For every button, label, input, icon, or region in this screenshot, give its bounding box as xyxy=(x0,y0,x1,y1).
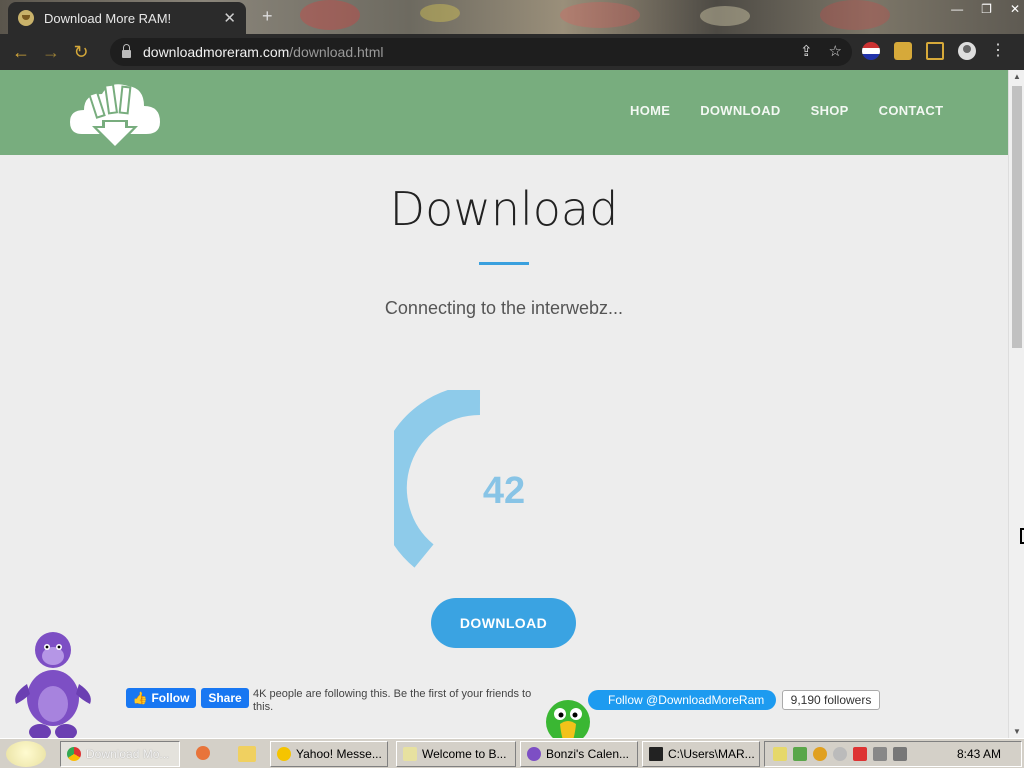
bookmark-star-icon[interactable]: ☆ xyxy=(829,42,842,60)
network-error-icon[interactable] xyxy=(853,747,867,761)
flag-extension-icon[interactable] xyxy=(862,42,880,60)
close-tab-icon[interactable]: ✕ xyxy=(223,9,236,27)
taskbar: Download Mo... Yahoo! Messe... Welcome t… xyxy=(0,738,1024,768)
taskbar-item-7zip[interactable]: C:\Users\MAR... xyxy=(642,741,760,767)
taskbar-item-chrome[interactable]: Download Mo... xyxy=(60,741,180,767)
taskbar-item-label: Yahoo! Messe... xyxy=(296,747,382,761)
share-icon[interactable]: ⇪ xyxy=(800,42,813,60)
reload-icon[interactable]: ↻ xyxy=(66,42,96,63)
site-nav: HOME DOWNLOAD SHOP CONTACT xyxy=(630,103,943,118)
site-header: HOME DOWNLOAD SHOP CONTACT xyxy=(0,70,1008,155)
page-title: Download xyxy=(389,182,619,236)
bonzi-icon xyxy=(527,747,541,761)
smiley-favicon-icon xyxy=(18,10,34,26)
taskbar-item-bonzi-calendar[interactable]: Bonzi's Calen... xyxy=(520,741,638,767)
facebook-follow-button[interactable]: 👍 Follow xyxy=(126,688,196,708)
text-cursor-icon xyxy=(1020,528,1024,544)
system-tray: 8:43 AM xyxy=(764,741,1022,767)
back-arrow-icon[interactable]: ← xyxy=(6,42,36,63)
scroll-up-arrow-icon[interactable]: ▲ xyxy=(1013,72,1021,81)
page-viewport: HOME DOWNLOAD SHOP CONTACT Download Conn… xyxy=(0,70,1008,738)
forward-arrow-icon[interactable]: → xyxy=(36,42,66,63)
new-tab-button[interactable]: + xyxy=(262,6,273,27)
start-button[interactable] xyxy=(6,741,46,767)
restore-icon[interactable]: ❐ xyxy=(981,2,992,16)
window-titlebar: Download More RAM! ✕ + — ❐ ✕ xyxy=(0,0,1024,34)
download-cloud-logo[interactable] xyxy=(70,76,160,150)
scroll-down-arrow-icon[interactable]: ▼ xyxy=(1013,727,1021,736)
browser-toolbar: ← → ↻ downloadmoreram.com/download.html … xyxy=(0,34,1024,70)
page-scrollbar[interactable]: ▲ ▼ xyxy=(1008,70,1024,738)
facebook-share-button[interactable]: Share xyxy=(201,688,249,708)
yahoo-smiley-icon xyxy=(277,747,291,761)
twitter-follow-button[interactable]: Follow @DownloadMoreRam xyxy=(588,690,776,710)
magnifier-tray-icon[interactable] xyxy=(813,747,827,761)
side-panel-icon[interactable] xyxy=(926,42,944,60)
facebook-follow-label: Follow xyxy=(151,691,190,705)
title-underline xyxy=(479,262,529,265)
nav-home[interactable]: HOME xyxy=(630,103,670,118)
banana-icon xyxy=(403,747,417,761)
taskbar-item-welcome[interactable]: Welcome to B... xyxy=(396,741,516,767)
7zip-icon xyxy=(649,747,663,761)
url-host: downloadmoreram.com xyxy=(143,44,290,60)
taskbar-item-label: Bonzi's Calen... xyxy=(546,747,629,761)
profile-avatar-icon[interactable] xyxy=(958,42,976,60)
green-tray-icon[interactable] xyxy=(793,747,807,761)
taskbar-item-yahoo[interactable]: Yahoo! Messe... xyxy=(270,741,388,767)
taskbar-item-label: Welcome to B... xyxy=(422,747,507,761)
kebab-menu-icon[interactable]: ⋮ xyxy=(990,42,1006,60)
close-window-icon[interactable]: ✕ xyxy=(1010,2,1020,16)
nav-shop[interactable]: SHOP xyxy=(811,103,849,118)
taskbar-item-label: Download Mo... xyxy=(86,747,170,761)
twitter-follower-count: 9,190 followers xyxy=(782,690,880,710)
taskbar-item-label: C:\Users\MAR... xyxy=(668,747,755,761)
nav-contact[interactable]: CONTACT xyxy=(879,103,944,118)
nav-download[interactable]: DOWNLOAD xyxy=(700,103,780,118)
progress-value: 42 xyxy=(482,470,526,512)
address-bar[interactable]: downloadmoreram.com/download.html ⇪ ☆ xyxy=(110,38,852,66)
download-button[interactable]: DOWNLOAD xyxy=(431,598,576,648)
url-path: /download.html xyxy=(289,44,384,60)
tab-title: Download More RAM! xyxy=(44,10,172,26)
facebook-follow-text: 4K people are following this. Be the fir… xyxy=(253,688,543,714)
facebook-text-line-2: this. xyxy=(253,701,274,713)
display-tray-icon[interactable] xyxy=(873,747,887,761)
thumbs-up-icon: 👍 xyxy=(132,691,148,705)
window-controls: — ❐ ✕ xyxy=(951,0,1020,16)
browser-tab[interactable]: Download More RAM! ✕ xyxy=(8,2,246,34)
facebook-text-line-1: 4K people are following this. Be the fir… xyxy=(253,688,532,700)
firefox-icon[interactable] xyxy=(196,746,210,760)
extensions-puzzle-icon[interactable] xyxy=(894,42,912,60)
clock[interactable]: 8:43 AM xyxy=(957,747,1001,761)
messenger-tray-icon[interactable] xyxy=(833,747,847,761)
green-parrot-icon[interactable] xyxy=(530,698,608,738)
folder-icon[interactable] xyxy=(238,746,256,762)
bonzi-gorilla-icon[interactable] xyxy=(10,628,96,738)
lock-icon xyxy=(122,44,131,58)
chrome-icon xyxy=(67,747,81,761)
scrollbar-thumb[interactable] xyxy=(1012,86,1022,348)
minimize-icon[interactable]: — xyxy=(951,2,963,16)
connection-status: Connecting to the interwebz... xyxy=(384,298,624,318)
banana-tray-icon[interactable] xyxy=(773,747,787,761)
volume-icon[interactable] xyxy=(893,747,907,761)
